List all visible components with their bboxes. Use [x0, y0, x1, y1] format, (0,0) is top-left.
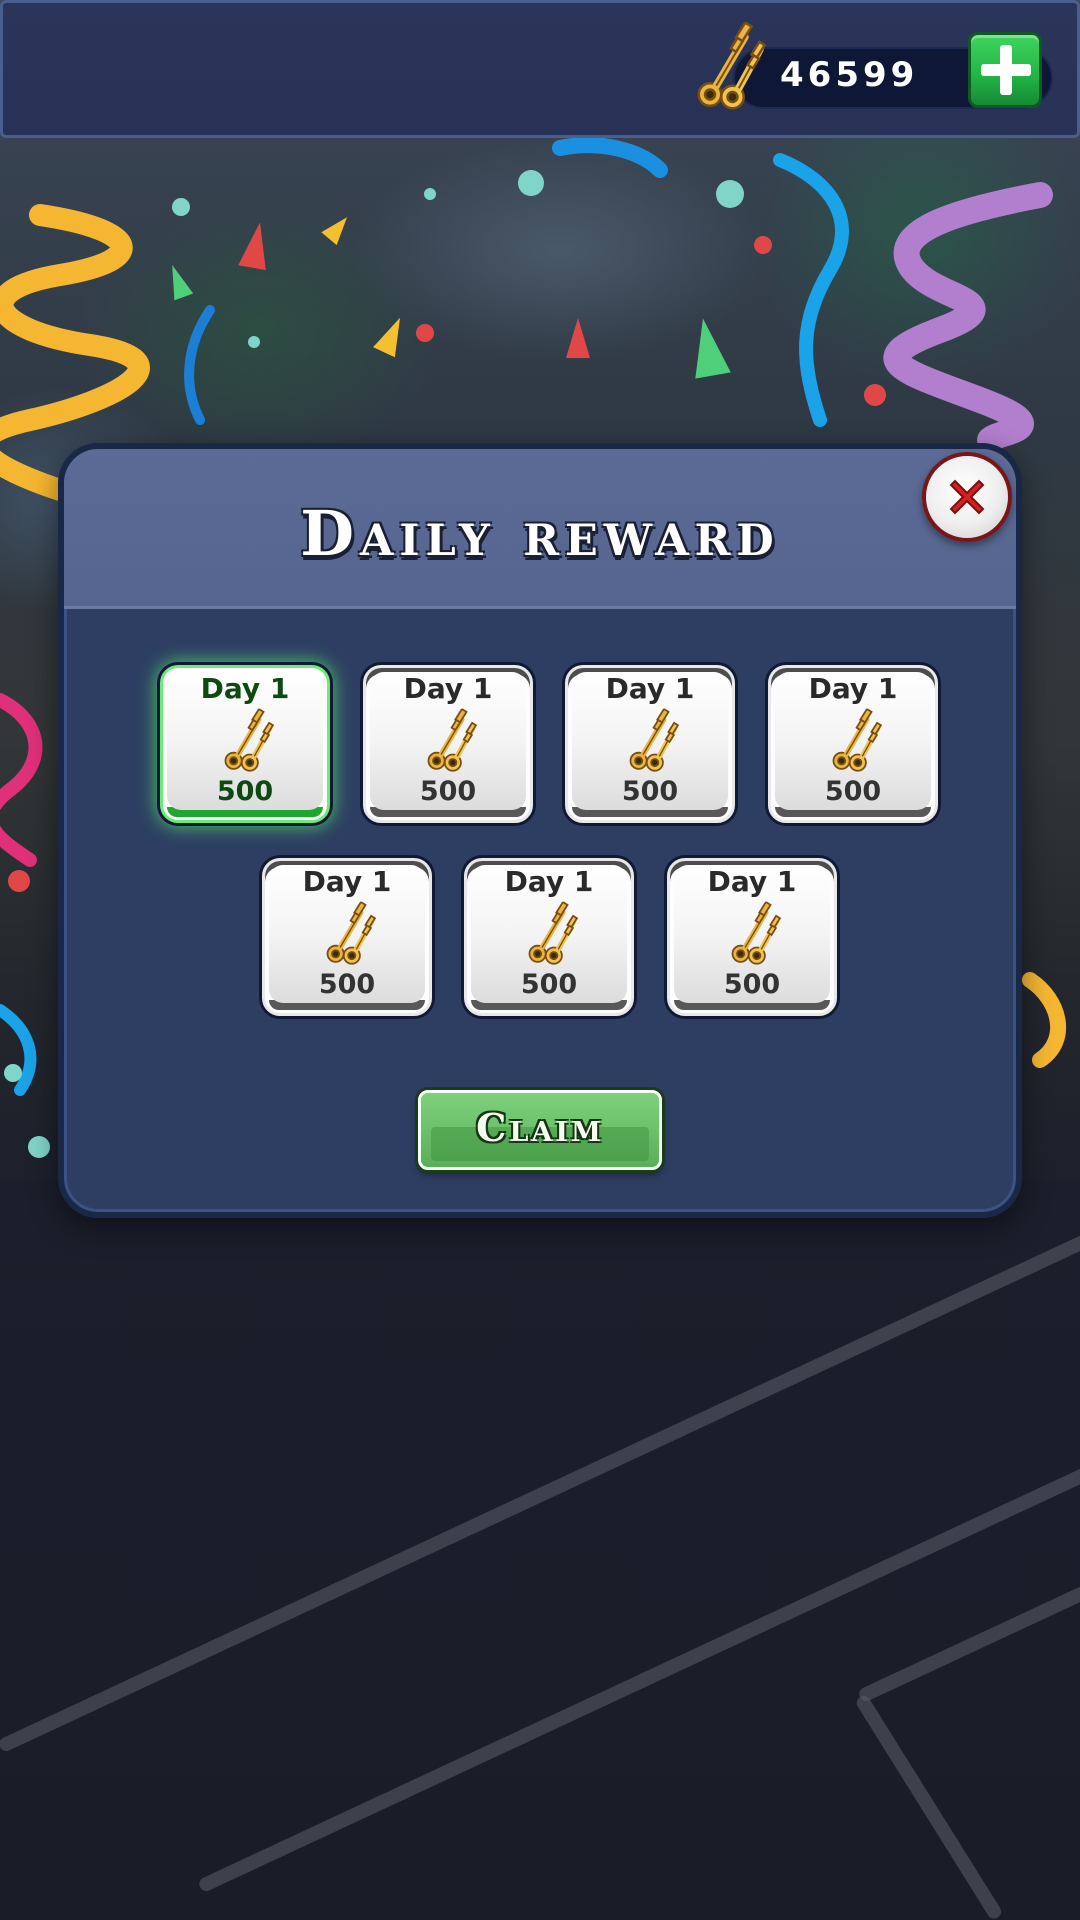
- golden-keys-icon: [626, 708, 680, 774]
- confetti-dot: [248, 336, 260, 348]
- reward-amount: 500: [621, 776, 679, 807]
- day-reward-card-4[interactable]: Day 1 500: [768, 665, 938, 823]
- day-reward-card-5[interactable]: Day 1 500: [262, 858, 432, 1016]
- plus-icon-bar: [981, 64, 1031, 76]
- day-label: Day 1: [808, 672, 898, 705]
- golden-keys-icon: [525, 901, 579, 967]
- reward-amount: 500: [520, 969, 578, 1000]
- confetti-dot: [416, 324, 434, 342]
- reward-amount: 500: [318, 969, 376, 1000]
- golden-keys-icon: [424, 708, 478, 774]
- reward-amount: 500: [723, 969, 781, 1000]
- day-label: Day 1: [707, 865, 797, 898]
- confetti-triangle: [566, 318, 590, 358]
- day-label: Day 1: [302, 865, 392, 898]
- day-label: Day 1: [504, 865, 594, 898]
- confetti-dot: [518, 170, 544, 196]
- dialog-title: Daily reward: [300, 497, 780, 570]
- road-area: [0, 1180, 1080, 1920]
- road-marking: [854, 1693, 1004, 1920]
- confetti-dot: [172, 198, 190, 216]
- golden-keys-icon: [323, 901, 377, 967]
- confetti-dot: [28, 1136, 50, 1158]
- claim-label: Claim: [476, 1105, 604, 1150]
- dialog-header: Daily reward: [64, 449, 1016, 609]
- day-label: Day 1: [200, 672, 290, 705]
- confetti-dot: [8, 870, 30, 892]
- confetti-dot: [424, 188, 436, 200]
- day-reward-card-1[interactable]: Day 1 500: [160, 665, 330, 823]
- close-icon: [949, 479, 985, 515]
- reward-amount: 500: [419, 776, 477, 807]
- day-reward-card-3[interactable]: Day 1 500: [565, 665, 735, 823]
- currency-amount: 46599: [780, 55, 919, 95]
- road-marking: [857, 1563, 1080, 1704]
- golden-keys-icon: [829, 708, 883, 774]
- confetti-dot: [4, 1064, 22, 1082]
- golden-keys-icon: [221, 708, 275, 774]
- close-button[interactable]: [922, 452, 1012, 542]
- day-reward-card-2[interactable]: Day 1 500: [363, 665, 533, 823]
- day-label: Day 1: [403, 672, 493, 705]
- add-currency-button[interactable]: [968, 32, 1042, 108]
- claim-button[interactable]: Claim: [418, 1090, 662, 1170]
- reward-amount: 500: [824, 776, 882, 807]
- confetti-dot: [864, 384, 886, 406]
- day-reward-card-7[interactable]: Day 1 500: [667, 858, 837, 1016]
- golden-keys-icon: [690, 22, 770, 112]
- confetti-dot: [716, 180, 744, 208]
- golden-keys-icon: [728, 901, 782, 967]
- confetti-dot: [754, 236, 772, 254]
- reward-amount: 500: [216, 776, 274, 807]
- day-reward-card-6[interactable]: Day 1 500: [464, 858, 634, 1016]
- day-label: Day 1: [605, 672, 695, 705]
